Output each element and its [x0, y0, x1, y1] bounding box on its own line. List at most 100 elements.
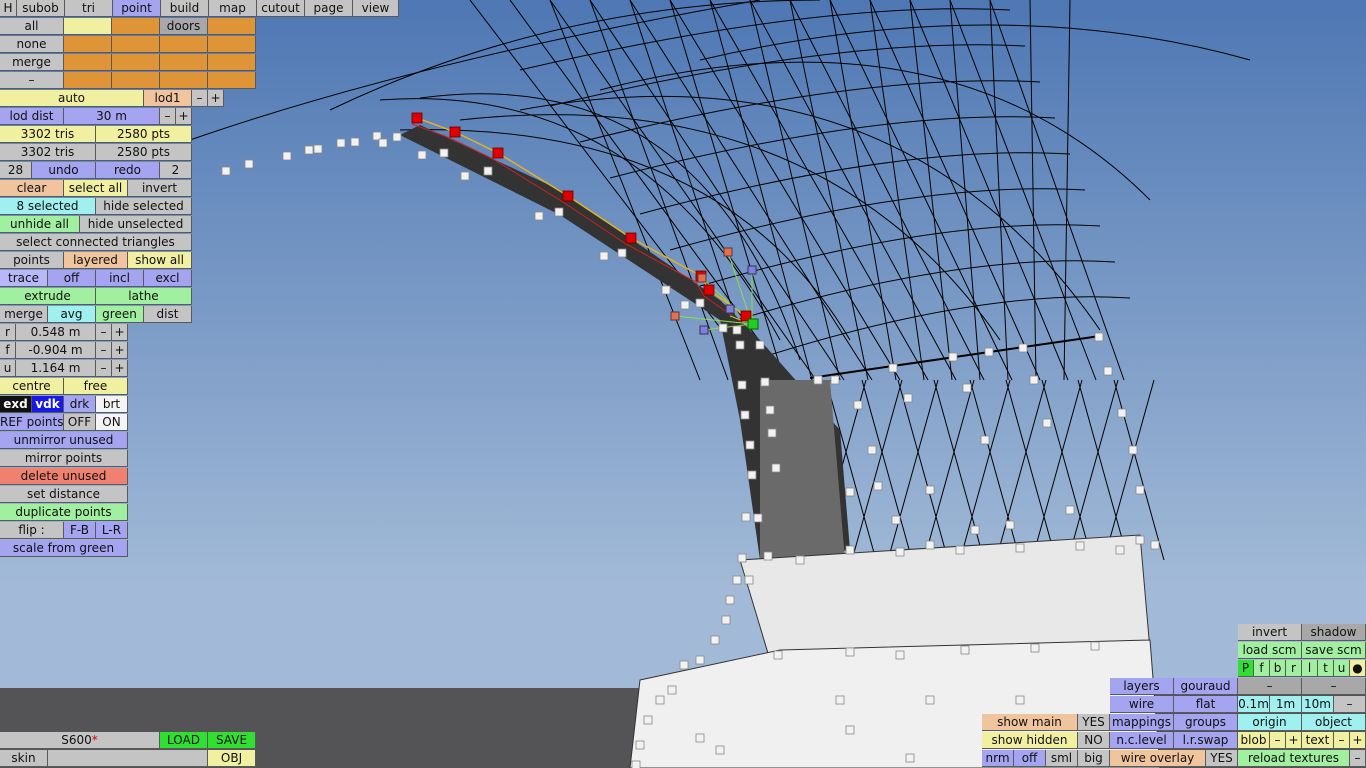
- r-decrement[interactable]: –: [96, 324, 112, 341]
- normals-big-button[interactable]: big: [1078, 750, 1110, 767]
- ref-points-on[interactable]: ON: [96, 414, 128, 431]
- reload-minus[interactable]: –: [1350, 750, 1366, 767]
- u-decrement[interactable]: –: [96, 360, 112, 377]
- ref-points-label[interactable]: REF points: [0, 414, 64, 431]
- scale-from-green-button[interactable]: scale from green: [0, 540, 128, 557]
- duplicate-points-button[interactable]: duplicate points: [0, 504, 128, 521]
- tab-view[interactable]: view: [353, 0, 399, 17]
- show-all-button[interactable]: show all: [128, 252, 192, 269]
- text-minus[interactable]: –: [1334, 732, 1350, 749]
- reload-textures-button[interactable]: reload textures: [1238, 750, 1350, 767]
- group-cell[interactable]: [160, 36, 208, 53]
- lod-auto-button[interactable]: auto: [0, 90, 144, 107]
- flip-lr-button[interactable]: L-R: [96, 522, 128, 539]
- view-f-button[interactable]: f: [1254, 660, 1270, 677]
- invert-button[interactable]: invert: [1238, 624, 1302, 641]
- undo-button[interactable]: undo: [32, 162, 96, 179]
- layers-button[interactable]: layers: [1110, 678, 1174, 695]
- mappings-button[interactable]: mappings: [1110, 714, 1174, 731]
- save-button[interactable]: SAVE: [208, 732, 256, 749]
- group-cell[interactable]: [112, 72, 160, 89]
- r-increment[interactable]: +: [112, 324, 128, 341]
- unhide-all-button[interactable]: unhide all: [0, 216, 80, 233]
- vdk-shade-button[interactable]: vdk: [32, 396, 64, 413]
- zoom-out-button-2[interactable]: –: [1302, 678, 1366, 695]
- model-name-field[interactable]: S600*: [0, 732, 160, 749]
- trace-off-button[interactable]: off: [48, 270, 96, 287]
- groups-button[interactable]: groups: [1174, 714, 1238, 731]
- shadow-button[interactable]: shadow: [1302, 624, 1366, 641]
- group-cell[interactable]: [112, 18, 160, 35]
- view-r-button[interactable]: r: [1286, 660, 1302, 677]
- view-b-button[interactable]: b: [1270, 660, 1286, 677]
- load-scm-button[interactable]: load scm: [1238, 642, 1302, 659]
- select-none-groups-button[interactable]: none: [0, 36, 64, 53]
- redo-button[interactable]: redo: [96, 162, 160, 179]
- nc-level-button[interactable]: n.c.level: [1110, 732, 1174, 749]
- lod-decrement-button[interactable]: –: [192, 90, 208, 107]
- mirror-points-button[interactable]: mirror points: [0, 450, 128, 467]
- group-cell[interactable]: [208, 72, 256, 89]
- trace-button[interactable]: trace: [0, 270, 48, 287]
- f-increment[interactable]: +: [112, 342, 128, 359]
- view-p-button[interactable]: P: [1238, 660, 1254, 677]
- blob-minus[interactable]: –: [1270, 732, 1286, 749]
- group-cell[interactable]: [160, 54, 208, 71]
- tab-point[interactable]: point: [113, 0, 161, 17]
- u-value[interactable]: 1.164 m: [16, 360, 96, 377]
- dist-button[interactable]: dist: [144, 306, 192, 323]
- group-cell[interactable]: [208, 18, 256, 35]
- view-dot-icon[interactable]: ●: [1350, 660, 1366, 677]
- step-10m-button[interactable]: 10m: [1302, 696, 1334, 713]
- select-connected-button[interactable]: select connected triangles: [0, 234, 192, 251]
- tab-tri[interactable]: tri: [65, 0, 113, 17]
- step-01m-button[interactable]: 0.1m: [1238, 696, 1270, 713]
- normals-sml-button[interactable]: sml: [1046, 750, 1078, 767]
- merge-button[interactable]: merge: [0, 306, 48, 323]
- origin-button[interactable]: origin: [1238, 714, 1302, 731]
- layered-mode-button[interactable]: layered: [64, 252, 128, 269]
- delete-unused-button[interactable]: delete unused: [0, 468, 128, 485]
- centre-button[interactable]: centre: [0, 378, 64, 395]
- group-cell[interactable]: [112, 36, 160, 53]
- view-u-button[interactable]: u: [1334, 660, 1350, 677]
- lod-level-button[interactable]: lod1: [144, 90, 192, 107]
- green-button[interactable]: green: [96, 306, 144, 323]
- zoom-out-button[interactable]: –: [1238, 678, 1302, 695]
- doors-group-button[interactable]: doors: [160, 18, 208, 35]
- trace-incl-button[interactable]: incl: [96, 270, 144, 287]
- points-mode-button[interactable]: points: [0, 252, 64, 269]
- flat-button[interactable]: flat: [1174, 696, 1238, 713]
- exd-shade-button[interactable]: exd: [0, 396, 32, 413]
- view-l-button[interactable]: l: [1302, 660, 1318, 677]
- lod-increment-button[interactable]: +: [208, 90, 224, 107]
- brt-shade-button[interactable]: brt: [96, 396, 128, 413]
- trace-excl-button[interactable]: excl: [144, 270, 192, 287]
- group-cell[interactable]: [64, 72, 112, 89]
- text-button[interactable]: text: [1302, 732, 1334, 749]
- gouraud-button[interactable]: gouraud: [1174, 678, 1238, 695]
- group-cell[interactable]: [208, 54, 256, 71]
- drk-shade-button[interactable]: drk: [64, 396, 96, 413]
- normals-nrm-button[interactable]: nrm: [982, 750, 1014, 767]
- remove-group-button[interactable]: –: [0, 72, 64, 89]
- merge-groups-button[interactable]: merge: [0, 54, 64, 71]
- object-button[interactable]: object: [1302, 714, 1366, 731]
- show-main-button[interactable]: show main: [982, 714, 1078, 731]
- lod-distance-increment[interactable]: +: [176, 108, 192, 125]
- group-cell[interactable]: [112, 54, 160, 71]
- wire-overlay-value[interactable]: YES: [1206, 750, 1238, 767]
- u-increment[interactable]: +: [112, 360, 128, 377]
- ref-points-off[interactable]: OFF: [64, 414, 96, 431]
- obj-export-button[interactable]: OBJ: [208, 750, 256, 767]
- step-minus-button[interactable]: –: [1334, 696, 1366, 713]
- normals-off-button[interactable]: off: [1014, 750, 1046, 767]
- free-button[interactable]: free: [64, 378, 128, 395]
- unmirror-unused-button[interactable]: unmirror unused: [0, 432, 128, 449]
- select-all-button[interactable]: select all: [64, 180, 128, 197]
- wire-overlay-button[interactable]: wire overlay: [1110, 750, 1206, 767]
- step-1m-button[interactable]: 1m: [1270, 696, 1302, 713]
- text-plus[interactable]: +: [1350, 732, 1366, 749]
- lathe-button[interactable]: lathe: [96, 288, 192, 305]
- tab-page[interactable]: page: [305, 0, 353, 17]
